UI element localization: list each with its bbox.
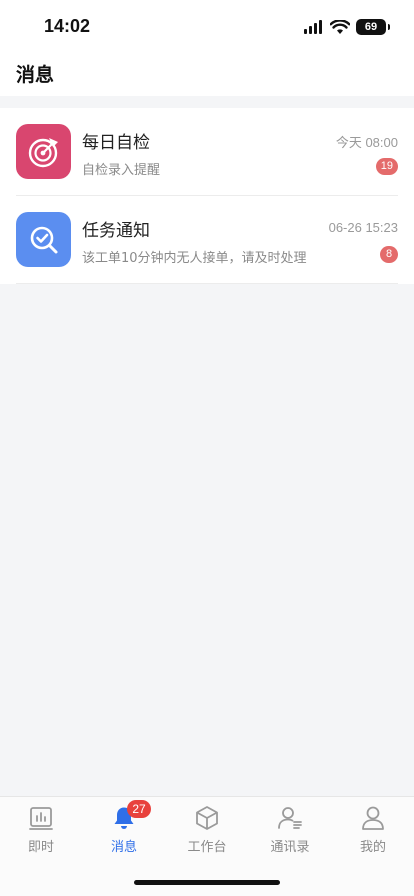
tab-label: 通讯录 [270,840,310,855]
cellular-signal-icon [304,20,322,34]
status-icons: 69 [304,18,390,36]
tab-label: 即时 [27,840,54,855]
message-item-task-notice[interactable]: 任务通知 06-26 15:23 该工单10分钟内无人接单，请及时处理 8 [0,196,414,284]
tab-mine[interactable]: 我的 [333,805,413,855]
tab-label: 工作台 [187,840,227,855]
search-check-icon [16,212,71,267]
message-preview: 该工单10分钟内无人接单，请及时处理 [82,251,307,266]
battery-icon: 69 [356,19,390,35]
message-title: 每日自检 [82,133,150,153]
status-time: 14:02 [44,16,91,36]
message-time: 今天 08:00 [335,135,398,150]
status-bar: 14:02 69 [0,0,414,52]
tab-badge: 27 [127,800,151,818]
target-icon [16,124,71,179]
divider [16,283,398,284]
chart-icon [29,807,53,830]
cube-icon [196,806,218,830]
message-title: 任务通知 [82,221,150,241]
user-icon [362,806,384,830]
unread-badge: 8 [380,246,398,263]
message-item-daily-check[interactable]: 每日自检 今天 08:00 自检录入提醒 19 [0,108,414,196]
tab-label: 消息 [110,840,137,855]
wifi-icon [330,19,350,34]
tab-instant[interactable]: 即时 [1,805,81,855]
page-title: 消息 [16,64,55,86]
tab-workbench[interactable]: 工作台 [167,805,247,855]
battery-level: 69 [364,21,378,33]
home-indicator[interactable] [134,880,280,885]
message-time: 06-26 15:23 [328,220,398,235]
tab-messages[interactable]: 27 消息 [84,800,164,855]
tab-contacts[interactable]: 通讯录 [250,805,330,855]
unread-badge: 19 [375,158,398,175]
contacts-icon [278,807,302,829]
message-list: 每日自检 今天 08:00 自检录入提醒 19 任务通知 06-26 15:23… [0,108,414,284]
tab-label: 我的 [359,840,386,855]
message-preview: 自检录入提醒 [82,163,161,178]
nav-header: 消息 [0,52,414,96]
